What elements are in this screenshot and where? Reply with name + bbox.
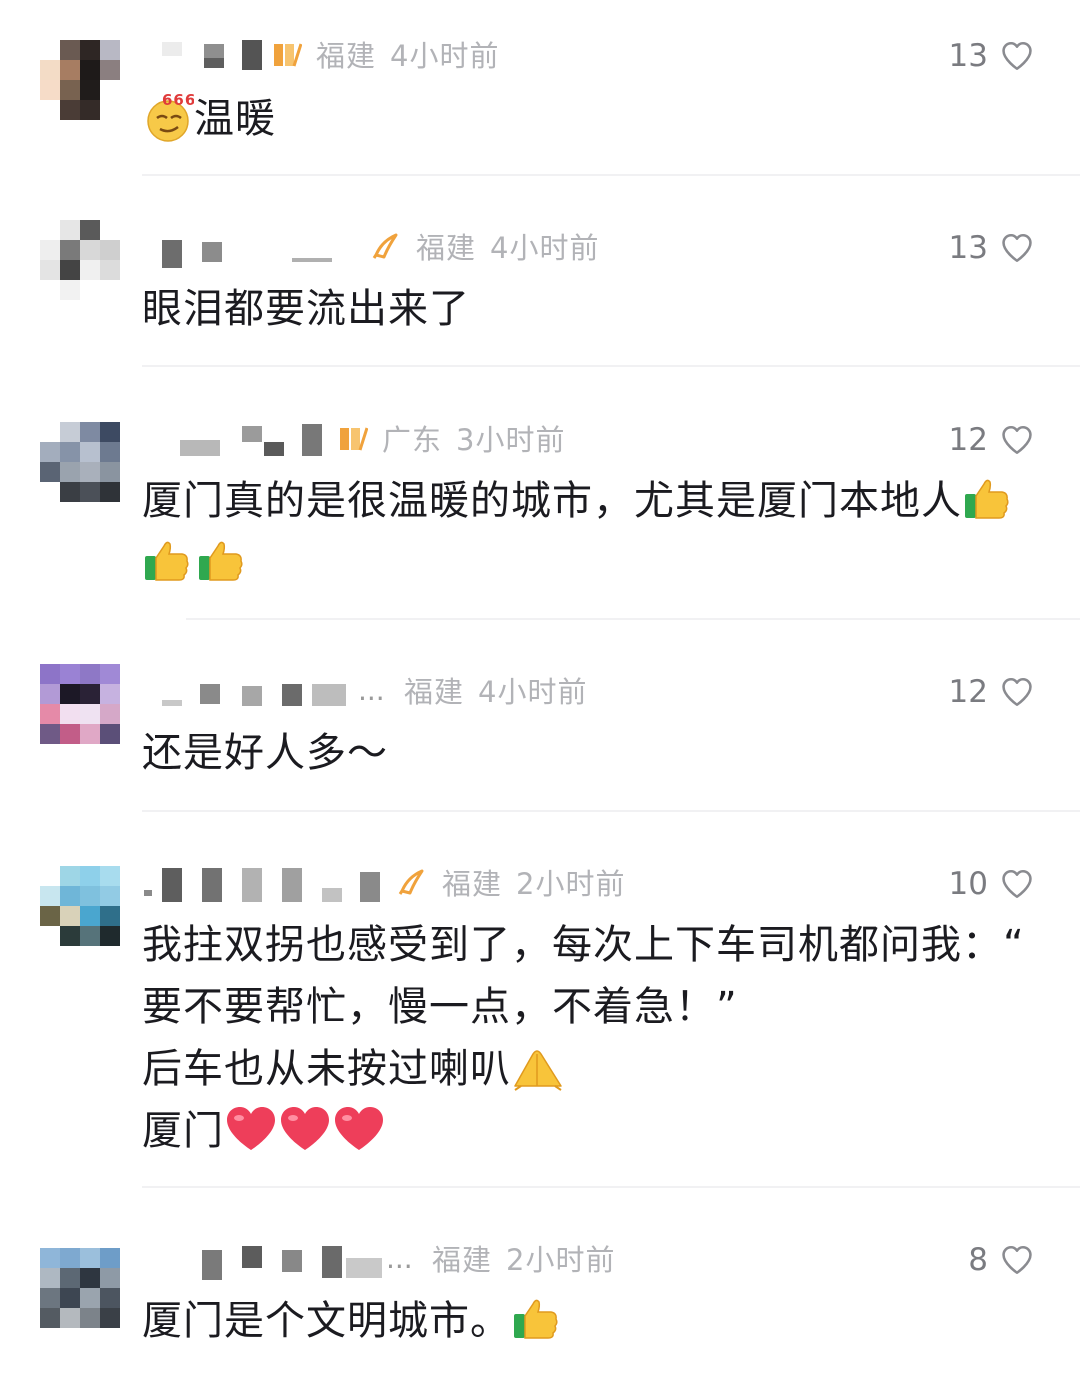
- comment-line: 厦门真的是很温暖的城市，尤其是厦门本地人: [142, 478, 962, 524]
- heart-outline-icon[interactable]: [1000, 675, 1034, 709]
- username-blurred[interactable]: ...: [142, 670, 404, 710]
- like-button[interactable]: 8: [968, 1240, 1034, 1280]
- 666-face-emoji: 666: [147, 91, 194, 142]
- comment-text: 厦门是个文明城市。: [142, 1290, 1034, 1352]
- comment-text: 眼泪都要流出来了: [142, 278, 1034, 340]
- comment-time: 3小时前: [456, 423, 566, 457]
- comment-line: 眼泪都要流出来了: [142, 286, 470, 332]
- avatar[interactable]: [40, 1248, 120, 1328]
- avatar[interactable]: [40, 40, 120, 120]
- orange-fan-badge-icon: [398, 869, 424, 895]
- comment-line: 要不要帮忙，慢一点，不着急！”: [142, 984, 738, 1030]
- like-count: 12: [948, 422, 988, 458]
- comment-line: 厦门是个文明城市。: [142, 1298, 511, 1344]
- thumbs-up-emoji: [199, 541, 243, 581]
- comment-text: 还是好人多～: [142, 722, 1034, 784]
- comment-line: 温暖: [194, 96, 276, 142]
- username-blurred[interactable]: [142, 34, 272, 74]
- divider: [186, 618, 1080, 620]
- orange-level-badge-icon: [340, 427, 368, 451]
- emoji-666-text: 666: [162, 91, 194, 109]
- comment-line: 还是好人多～: [142, 730, 388, 776]
- like-button[interactable]: 13: [949, 36, 1034, 76]
- heart-outline-icon[interactable]: [1000, 1243, 1034, 1277]
- prayer-hands-emoji: [514, 1050, 562, 1091]
- comment-meta: 福建 4小时前: [316, 33, 499, 75]
- comment-meta: 福建 4小时前: [404, 669, 587, 711]
- username-ellipsis: ...: [358, 674, 385, 707]
- thumbs-up-emoji: [514, 1299, 558, 1339]
- comment-location: 福建: [442, 867, 503, 901]
- comment-meta: 广东 3小时前: [382, 417, 565, 459]
- comment-location: 福建: [416, 231, 477, 265]
- comment-location: 福建: [316, 39, 377, 73]
- like-button[interactable]: 12: [949, 420, 1034, 460]
- heart-outline-icon[interactable]: [1000, 231, 1034, 265]
- avatar[interactable]: [40, 866, 120, 946]
- avatar[interactable]: [40, 422, 120, 502]
- red-heart-emoji: [227, 1107, 275, 1150]
- username-ellipsis: ...: [386, 1242, 413, 1275]
- comment-meta: 福建 2小时前: [432, 1237, 615, 1279]
- divider: [142, 365, 1080, 367]
- like-count: 13: [948, 230, 988, 266]
- like-count: 13: [948, 38, 988, 74]
- comment-meta: 福建 2小时前: [442, 861, 625, 903]
- comment-line: 我拄双拐也感受到了，每次上下车司机都问我：“: [142, 922, 1025, 968]
- comment-meta: 福建 4小时前: [416, 225, 599, 267]
- comment-text: 666 温暖: [142, 88, 1034, 150]
- comment-text: 厦门真的是很温暖的城市，尤其是厦门本地人: [142, 470, 1080, 594]
- avatar[interactable]: [40, 220, 120, 300]
- comment-text: 我拄双拐也感受到了，每次上下车司机都问我：“ 要不要帮忙，慢一点，不着急！” 后…: [142, 914, 1080, 1162]
- comment-location: 广东: [382, 423, 443, 457]
- divider: [142, 174, 1080, 176]
- username-blurred[interactable]: [142, 862, 398, 902]
- like-button[interactable]: 10: [949, 864, 1034, 904]
- heart-outline-icon[interactable]: [1000, 423, 1034, 457]
- like-count: 12: [948, 674, 988, 710]
- like-button[interactable]: 13: [949, 228, 1034, 268]
- comment-line: 后车也从未按过喇叭: [142, 1046, 511, 1092]
- heart-outline-icon[interactable]: [1000, 39, 1034, 73]
- thumbs-up-emoji: [145, 541, 189, 581]
- comment-time: 2小时前: [506, 1243, 616, 1277]
- like-button[interactable]: 12: [949, 672, 1034, 712]
- heart-outline-icon[interactable]: [1000, 867, 1034, 901]
- comment-location: 福建: [432, 1243, 493, 1277]
- red-heart-emoji: [335, 1107, 383, 1150]
- username-blurred[interactable]: [142, 226, 372, 268]
- comment-time: 4小时前: [490, 231, 600, 265]
- username-blurred[interactable]: ...: [142, 1238, 432, 1280]
- like-count: 8: [968, 1242, 988, 1278]
- comment-location: 福建: [404, 675, 465, 709]
- like-count: 10: [948, 866, 988, 902]
- comment-line: 厦门: [142, 1108, 224, 1154]
- orange-fan-badge-icon: [372, 233, 398, 259]
- avatar[interactable]: [40, 664, 120, 744]
- comment-time: 4小时前: [390, 39, 500, 73]
- red-heart-emoji: [281, 1107, 329, 1150]
- divider: [142, 810, 1080, 812]
- thumbs-up-emoji: [965, 479, 1009, 519]
- comment-time: 2小时前: [516, 867, 626, 901]
- divider: [142, 1186, 1080, 1188]
- orange-level-badge-icon: [274, 43, 302, 67]
- comment-time: 4小时前: [478, 675, 588, 709]
- username-blurred[interactable]: [142, 418, 338, 458]
